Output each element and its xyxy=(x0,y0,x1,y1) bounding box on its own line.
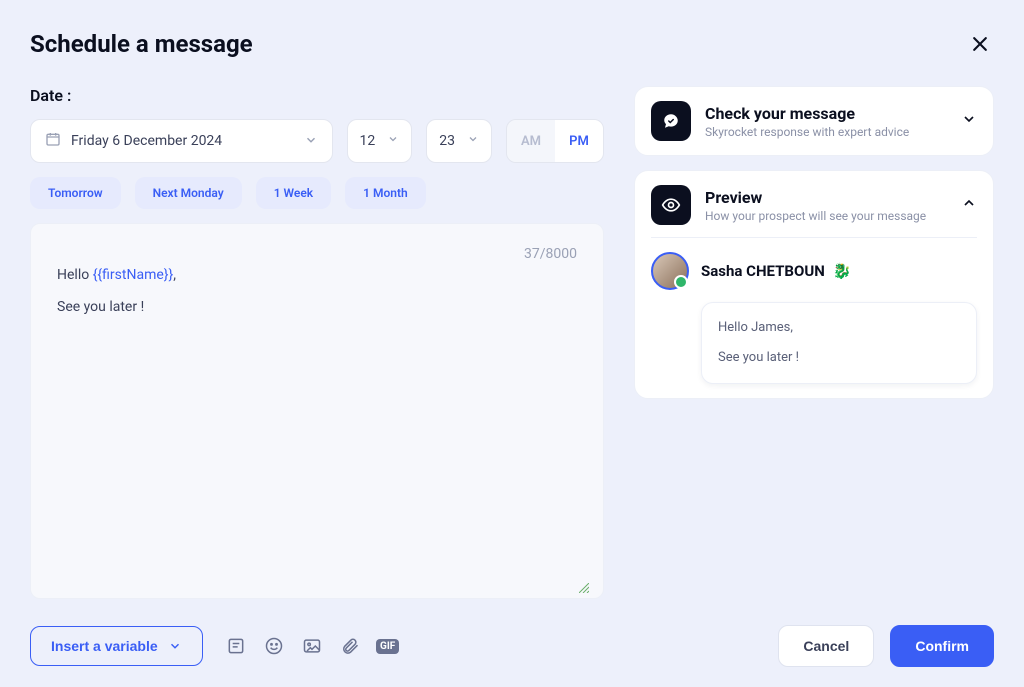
pm-button[interactable]: PM xyxy=(555,120,603,162)
ampm-toggle: AM PM xyxy=(506,119,604,163)
char-counter: 37/8000 xyxy=(524,246,577,262)
minute-value: 23 xyxy=(439,133,455,149)
eye-icon xyxy=(651,185,691,225)
check-subtitle: Skyrocket response with expert advice xyxy=(705,125,947,139)
chevron-down-icon xyxy=(387,133,399,149)
cancel-button[interactable]: Cancel xyxy=(778,625,874,667)
date-label: Date : xyxy=(30,86,604,105)
emoji-icon[interactable] xyxy=(263,635,285,657)
chevron-up-icon xyxy=(961,195,977,211)
quick-next-monday[interactable]: Next Monday xyxy=(135,177,242,209)
gif-label: GIF xyxy=(376,639,399,654)
quick-tomorrow[interactable]: Tomorrow xyxy=(30,177,121,209)
preview-subtitle: How your prospect will see your message xyxy=(705,209,947,223)
message-editor[interactable]: 37/8000 Hello {{firstName}}, See you lat… xyxy=(30,223,604,599)
check-title: Check your message xyxy=(705,104,947,123)
chat-icon xyxy=(651,101,691,141)
date-picker[interactable]: Friday 6 December 2024 xyxy=(30,119,333,163)
chevron-down-icon xyxy=(961,111,977,127)
preview-name: Sasha CHETBOUN 🐉 xyxy=(701,262,851,280)
hour-select[interactable]: 12 xyxy=(347,119,413,163)
avatar xyxy=(651,252,689,290)
preview-title: Preview xyxy=(705,188,947,207)
chevron-down-icon xyxy=(467,133,479,149)
dragon-icon: 🐉 xyxy=(833,262,852,280)
quick-one-month[interactable]: 1 Month xyxy=(345,177,426,209)
insert-variable-label: Insert a variable xyxy=(51,638,158,654)
image-icon[interactable] xyxy=(301,635,323,657)
close-icon xyxy=(970,34,990,54)
editor-text: , xyxy=(173,267,176,283)
preview-collapse[interactable] xyxy=(961,195,977,215)
check-message-panel: Check your message Skyrocket response wi… xyxy=(634,86,994,156)
note-icon[interactable] xyxy=(225,635,247,657)
quick-one-week[interactable]: 1 Week xyxy=(256,177,331,209)
page-title: Schedule a message xyxy=(30,30,253,58)
date-value: Friday 6 December 2024 xyxy=(71,133,222,149)
bubble-line: See you later ! xyxy=(718,347,960,369)
insert-variable-button[interactable]: Insert a variable xyxy=(30,626,203,666)
variable-token: {{firstName}} xyxy=(93,267,174,283)
editor-content: Hello {{firstName}}, See you later ! xyxy=(57,264,577,319)
chevron-down-icon xyxy=(168,639,182,653)
preview-name-text: Sasha CHETBOUN xyxy=(701,262,825,280)
close-button[interactable] xyxy=(966,30,994,62)
gif-icon[interactable]: GIF xyxy=(377,635,399,657)
resize-handle-icon[interactable] xyxy=(579,578,589,588)
bubble-line: Hello James, xyxy=(718,317,960,339)
check-expand[interactable] xyxy=(961,111,977,131)
chevron-down-icon xyxy=(304,132,318,151)
calendar-icon xyxy=(45,131,61,151)
preview-bubble: Hello James, See you later ! xyxy=(701,302,977,384)
am-button[interactable]: AM xyxy=(507,120,555,162)
editor-text: See you later ! xyxy=(57,296,577,318)
attachment-icon[interactable] xyxy=(339,635,361,657)
editor-text: Hello xyxy=(57,267,93,283)
preview-panel: Preview How your prospect will see your … xyxy=(634,170,994,399)
confirm-button[interactable]: Confirm xyxy=(890,625,994,667)
hour-value: 12 xyxy=(360,133,376,149)
minute-select[interactable]: 23 xyxy=(426,119,492,163)
